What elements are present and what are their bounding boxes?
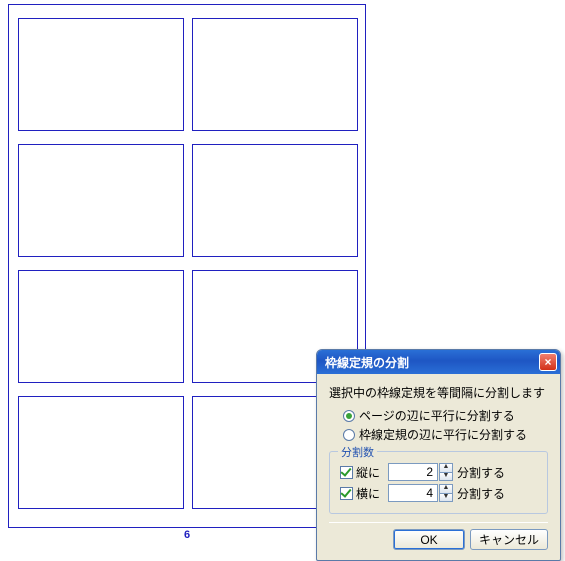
- spin-up-icon[interactable]: ▲: [439, 484, 453, 493]
- page-canvas: [8, 4, 366, 528]
- spin-down-icon[interactable]: ▼: [439, 472, 453, 481]
- split-frame-ruler-dialog: 枠線定規の分割 × 選択中の枠線定規を等間隔に分割します ページの辺に平行に分割…: [316, 349, 561, 561]
- dialog-title: 枠線定規の分割: [325, 354, 539, 371]
- dialog-body: 選択中の枠線定規を等間隔に分割します ページの辺に平行に分割する 枠線定規の辺に…: [317, 374, 560, 560]
- horizontal-spin-buttons: ▲ ▼: [439, 484, 453, 502]
- horizontal-checkbox[interactable]: [340, 487, 353, 500]
- radio-parallel-to-page[interactable]: ページの辺に平行に分割する: [343, 407, 548, 424]
- frame-panel: [18, 18, 184, 131]
- frame-panel: [192, 144, 358, 257]
- close-button[interactable]: ×: [539, 353, 557, 371]
- horizontal-split-row: 横に 4 ▲ ▼ 分割する: [340, 484, 537, 502]
- radio-icon: [343, 410, 355, 422]
- vertical-label: 縦に: [356, 464, 388, 481]
- vertical-suffix: 分割する: [457, 464, 505, 481]
- vertical-split-row: 縦に 2 ▲ ▼ 分割する: [340, 463, 537, 481]
- frame-panel: [192, 18, 358, 131]
- vertical-value-input[interactable]: 2: [388, 463, 438, 481]
- frame-panel: [18, 144, 184, 257]
- dialog-titlebar[interactable]: 枠線定規の分割 ×: [317, 350, 560, 374]
- frame-panel: [18, 396, 184, 509]
- horizontal-suffix: 分割する: [457, 485, 505, 502]
- page-number: 6: [184, 529, 190, 541]
- radio-label: ページの辺に平行に分割する: [359, 407, 515, 424]
- frame-panel: [18, 270, 184, 383]
- vertical-spinner: 2 ▲ ▼: [388, 463, 453, 481]
- ok-button[interactable]: OK: [393, 529, 465, 550]
- close-icon: ×: [544, 356, 551, 368]
- split-count-fieldset: 分割数 縦に 2 ▲ ▼ 分割する 横に 4: [329, 451, 548, 514]
- horizontal-spinner: 4 ▲ ▼: [388, 484, 453, 502]
- orientation-radio-group: ページの辺に平行に分割する 枠線定規の辺に平行に分割する: [329, 407, 548, 443]
- radio-label: 枠線定規の辺に平行に分割する: [359, 426, 527, 443]
- spin-down-icon[interactable]: ▼: [439, 493, 453, 502]
- vertical-spin-buttons: ▲ ▼: [439, 463, 453, 481]
- spin-up-icon[interactable]: ▲: [439, 463, 453, 472]
- dialog-description: 選択中の枠線定規を等間隔に分割します: [329, 384, 548, 401]
- dialog-button-row: OK キャンセル: [329, 522, 548, 550]
- horizontal-label: 横に: [356, 485, 388, 502]
- cancel-button[interactable]: キャンセル: [470, 529, 548, 550]
- radio-parallel-to-frame[interactable]: 枠線定規の辺に平行に分割する: [343, 426, 548, 443]
- vertical-checkbox[interactable]: [340, 466, 353, 479]
- horizontal-value-input[interactable]: 4: [388, 484, 438, 502]
- fieldset-legend: 分割数: [338, 444, 377, 460]
- radio-icon: [343, 429, 355, 441]
